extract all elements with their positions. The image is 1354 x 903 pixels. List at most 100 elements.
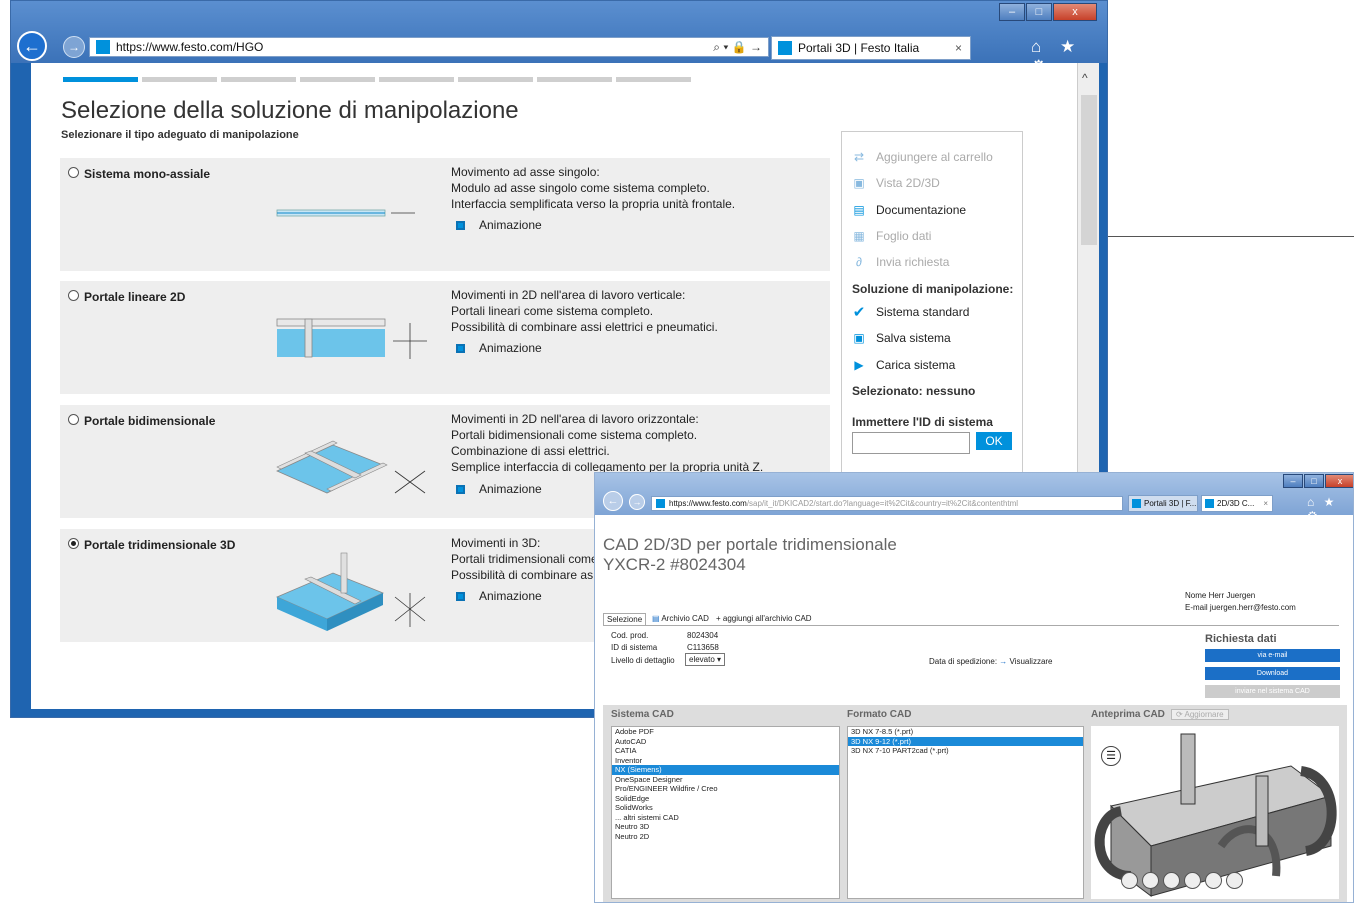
festo-favicon-icon [1132,499,1141,508]
animation-label: Animazione [479,218,542,232]
festo-favicon-icon [96,40,110,54]
cad-system-item[interactable]: Neutro 2D [612,832,839,842]
save-system-link[interactable]: ▣ Salva sistema [852,331,950,345]
close-window-button[interactable]: x [1053,3,1097,21]
cad-system-item[interactable]: Pro/ENGINEER Wildfire / Creo [612,784,839,794]
maximize-button[interactable]: □ [1304,474,1324,488]
detail-select[interactable]: elevato ▾ [685,653,726,666]
action-sidebar: ⇄ Aggiungere al carrello ▣ Vista 2D/3D ▤ Do… [841,131,1023,483]
tab-cad[interactable]: 2D/3D C... × [1201,495,1273,512]
cad-system-item[interactable]: NX (Siemens) [612,765,839,775]
user-email: E-mail juergen.herr@festo.com [1185,603,1296,612]
cad-format-item[interactable]: 3D NX 7-10 PART2cad (*.prt) [848,746,1083,756]
radio-button[interactable] [68,167,79,178]
progress-step [142,77,217,82]
label-text: Data di spedizione: [929,657,998,666]
maximize-button[interactable]: □ [1026,3,1052,21]
scroll-thumb[interactable] [1081,95,1097,245]
tab-archivio-cad[interactable]: ▤ Archivio CAD [649,613,712,624]
option-mono-axial[interactable]: Sistema mono-assiale Movimento ad asse s… [60,158,830,271]
tab-portali-3d[interactable]: Portali 3D | Festo Italia × [771,36,971,60]
cad-system-item[interactable]: CATIA [612,746,839,756]
option-label: Sistema mono-assiale [84,167,211,181]
option-linear-2d[interactable]: Portale lineare 2D Movimenti in 2D nell'… [60,281,830,394]
view-link[interactable]: Visualizzare [1010,657,1053,666]
ok-button[interactable]: OK [976,432,1012,450]
desc-line: Interfaccia semplificata verso la propri… [451,197,736,211]
cad-format-list[interactable]: 3D NX 7-8.5 (*.prt) 3D NX 9-12 (*.prt) 3D … [847,726,1084,899]
cad-system-item[interactable]: AutoCAD [612,737,839,747]
datasheet-link[interactable]: ▦ Foglio dati [852,229,931,243]
update-button[interactable]: ⟳ Aggiornare [1171,709,1229,720]
cart-icon: ⇄ [853,150,865,164]
add-to-cart-link[interactable]: ⇄ Aggiungere al carrello [852,150,993,164]
cad-system-item[interactable]: Adobe PDF [612,727,839,737]
address-bar[interactable]: https://www.festo.com/sap/it_it/DKICAD2/… [651,496,1123,511]
view-top-icon[interactable] [1163,872,1180,889]
load-system-link[interactable]: ▶ Carica sistema [852,358,955,372]
add-to-archive-link[interactable]: + aggiungi all'archivio CAD [713,613,815,624]
wizard-progress [63,77,691,82]
system-id-heading: Immettere l'ID di sistema [852,415,993,429]
tab-selezione[interactable]: Selezione [603,613,647,625]
radio-button[interactable] [68,290,79,301]
send-to-cad-button[interactable]: inviare nel sistema CAD [1205,685,1340,698]
tab-portali[interactable]: Portali 3D | F... [1128,495,1198,512]
standard-system-link[interactable]: ✔ Sistema standard [852,303,970,321]
cad-system-item[interactable]: OneSpace Designer [612,775,839,785]
browser-chrome: – □ x ← → https://www.festo.com/sap/it_i… [595,473,1353,523]
close-window-button[interactable]: x [1325,474,1353,488]
animation-link[interactable]: Animazione [456,482,542,496]
cad-system-item[interactable]: ... altri sistemi CAD [612,813,839,823]
address-path: /sap/it_it/DKICAD2/start.do?language=it%… [746,499,1019,508]
send-request-link[interactable]: ∂ Invia richiesta [852,255,949,269]
cad-system-item[interactable]: SolidEdge [612,794,839,804]
scroll-up-icon[interactable]: ^ [1082,71,1088,85]
address-bar[interactable]: https://www.festo.com/HGO ⌕ ▾ 🔒 → [89,37,769,57]
tab-close-icon[interactable]: × [955,41,962,55]
minimize-button[interactable]: – [999,3,1025,21]
forward-button[interactable]: → [629,494,645,510]
radio-button[interactable] [68,414,79,425]
animation-link[interactable]: Animazione [456,341,542,355]
forward-button[interactable]: → [63,36,85,58]
cod-label: Cod. prod. [611,631,649,640]
zoom-icon[interactable] [1205,872,1222,889]
system-id-input[interactable] [852,432,970,454]
progress-step [221,77,296,82]
progress-step [537,77,612,82]
progress-step [458,77,533,82]
back-button[interactable]: ← [17,31,47,61]
radio-button-selected[interactable] [68,538,79,549]
rotate-icon[interactable] [1226,872,1243,889]
folder-icon: ▶ [854,358,864,372]
cad-system-list[interactable]: Adobe PDF AutoCAD CATIA Inventor NX (Siemens… [611,726,840,899]
cad-system-item[interactable]: Neutro 3D [612,822,839,832]
download-button[interactable]: Download [1205,667,1340,680]
view-iso-icon[interactable] [1184,872,1201,889]
menu-list-icon[interactable]: ☰ [1101,746,1121,766]
animation-link[interactable]: Animazione [456,589,542,603]
back-button[interactable]: ← [603,491,623,511]
back-arrow-icon: ← [607,495,619,507]
col-cad-system: Sistema CAD [611,709,674,720]
data-request-heading: Richiesta dati [1205,633,1277,645]
animation-link[interactable]: Animazione [456,218,542,232]
col-cad-preview: Anteprima CAD [1091,709,1165,720]
cad-system-item[interactable]: Inventor [612,756,839,766]
tab-title: 2D/3D C... [1217,499,1255,508]
documentation-link[interactable]: ▤ Documentazione [852,203,966,217]
view-front-icon[interactable] [1121,872,1138,889]
cad-system-item[interactable]: SolidWorks [612,803,839,813]
cad-format-item[interactable]: 3D NX 7-8.5 (*.prt) [848,727,1083,737]
festo-favicon-icon [656,499,665,508]
view-side-icon[interactable] [1142,872,1159,889]
search-lock-go-icons[interactable]: ⌕ ▾ 🔒 → [713,40,762,55]
tab-close-icon[interactable]: × [1263,499,1268,508]
via-email-button[interactable]: via e-mail [1205,649,1340,662]
view-2d3d-link[interactable]: ▣ Vista 2D/3D [852,176,939,190]
id-label: ID di sistema [611,643,658,652]
cad-format-item[interactable]: 3D NX 9-12 (*.prt) [848,736,1083,746]
desc-line: Possibilità di combinare assi elettrici … [451,320,718,334]
minimize-button[interactable]: – [1283,474,1303,488]
